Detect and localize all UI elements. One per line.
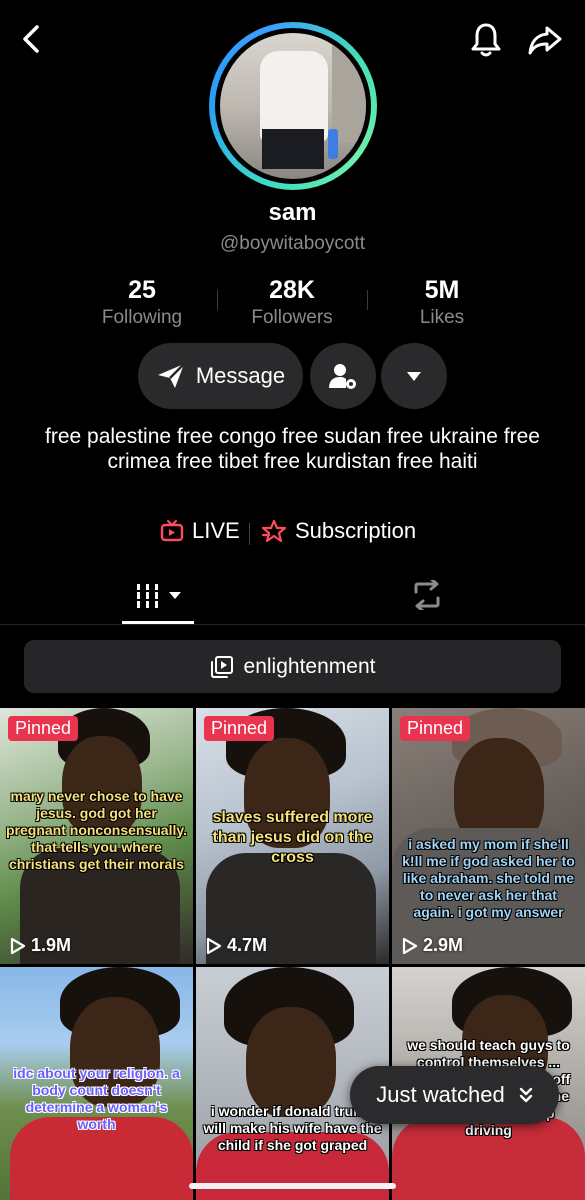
following-count: 25: [128, 276, 156, 304]
live-link[interactable]: LIVE: [160, 518, 240, 544]
video-caption: slaves suffered more than jesus did on t…: [212, 809, 373, 866]
view-count: 4.7M: [206, 935, 267, 956]
subscription-label: Subscription: [295, 518, 417, 543]
likes-label: Likes: [419, 307, 465, 328]
video-tile[interactable]: Pinned slaves suffered more than jesus d…: [196, 708, 389, 964]
triangle-down-icon: [407, 371, 421, 381]
username: @boywitaboycott: [220, 233, 365, 254]
avatar[interactable]: [209, 22, 377, 190]
just-watched-button[interactable]: Just watched: [350, 1066, 559, 1124]
pinned-badge: Pinned: [8, 716, 79, 741]
followers-count: 28K: [269, 276, 315, 304]
following-label: Following: [101, 307, 183, 328]
bio-text: free palestine free congo free sudan fre…: [45, 425, 540, 473]
stat-following[interactable]: 25 Following: [67, 276, 217, 329]
send-icon: [157, 363, 185, 388]
display-name: sam: [268, 199, 317, 226]
tab-videos[interactable]: [122, 568, 194, 624]
live-label: LIVE: [192, 518, 240, 543]
video-tile[interactable]: idc about your religion. a body count do…: [0, 967, 193, 1200]
home-indicator[interactable]: [189, 1183, 396, 1189]
share-button[interactable]: [525, 20, 565, 60]
video-caption: i asked my mom if she'll k!ll me if god …: [402, 836, 575, 920]
video-tile[interactable]: Pinned i asked my mom if she'll k!ll me …: [392, 708, 585, 964]
bell-icon: [471, 23, 501, 57]
add-friend-button[interactable]: [310, 343, 376, 409]
stat-followers[interactable]: 28K Followers: [217, 276, 367, 329]
repost-icon: [414, 580, 440, 610]
subscription-link[interactable]: Subscription: [261, 518, 416, 544]
followers-label: Followers: [251, 307, 333, 328]
link-divider: [249, 523, 250, 545]
pinned-badge: Pinned: [400, 716, 471, 741]
play-icon: [10, 937, 26, 954]
stat-likes[interactable]: 5M Likes: [367, 276, 517, 329]
pinned-badge: Pinned: [204, 716, 275, 741]
video-caption: idc about your religion. a body count do…: [13, 1065, 180, 1132]
likes-count: 5M: [424, 276, 460, 304]
person-gear-icon: [329, 364, 356, 389]
message-label: Message: [195, 363, 286, 388]
playlist-button[interactable]: enlightenment: [24, 640, 561, 693]
playlist-label: enlightenment: [243, 654, 376, 678]
share-arrow-icon: [528, 26, 562, 55]
chevron-left-icon: [23, 25, 39, 53]
triangle-down-icon: [169, 592, 181, 599]
grid-bars-icon: [137, 584, 158, 608]
avatar-photo: [220, 33, 366, 179]
live-tv-icon: [160, 519, 184, 542]
chevron-double-down-icon: [519, 1087, 532, 1103]
view-count: 2.9M: [402, 935, 463, 956]
video-tile[interactable]: Pinned mary never chose to have jesus. g…: [0, 708, 193, 964]
play-icon: [402, 937, 418, 954]
star-hand-icon: [261, 519, 287, 543]
tabs-divider: [0, 624, 585, 625]
tab-reposts[interactable]: [404, 572, 450, 618]
just-watched-label: Just watched: [376, 1082, 505, 1107]
video-caption: mary never chose to have jesus. god got …: [6, 788, 187, 872]
view-count: 1.9M: [10, 935, 71, 956]
notifications-button[interactable]: [466, 20, 506, 60]
more-options-button[interactable]: [381, 343, 447, 409]
back-button[interactable]: [14, 22, 48, 56]
playlist-icon: [210, 655, 233, 678]
message-button[interactable]: Message: [138, 343, 303, 409]
play-icon: [206, 937, 222, 954]
